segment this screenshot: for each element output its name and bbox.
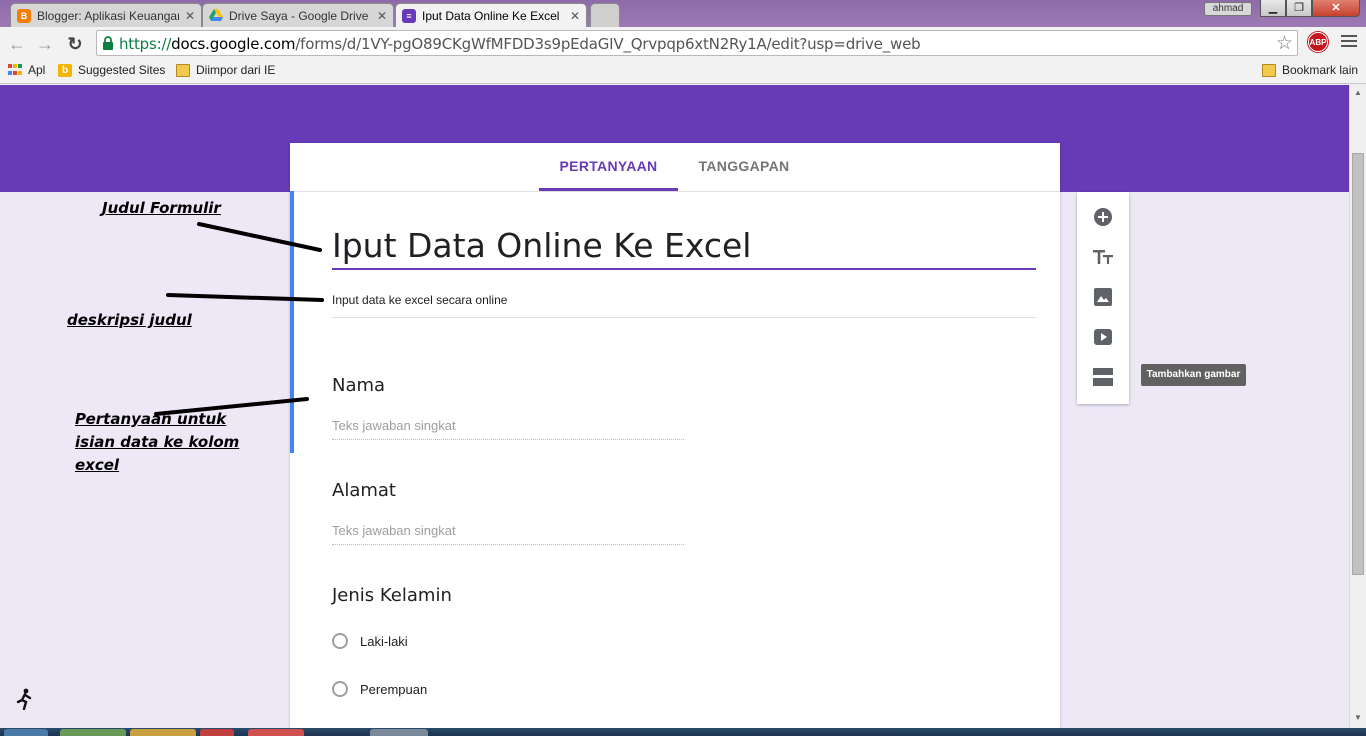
forms-page: PERTANYAAN TANGGAPAN Iput Data Online Ke… bbox=[0, 85, 1349, 728]
title-text-icon[interactable] bbox=[1091, 245, 1115, 269]
bookmark-other[interactable]: Bookmark lain bbox=[1262, 63, 1358, 77]
form-title-input[interactable]: Iput Data Online Ke Excel bbox=[332, 225, 1036, 270]
back-icon[interactable]: ← bbox=[6, 33, 28, 55]
bookmark-apps[interactable]: Apl bbox=[8, 63, 45, 77]
start-button[interactable] bbox=[4, 729, 48, 736]
radio-icon[interactable] bbox=[332, 681, 348, 697]
forms-icon: ≡ bbox=[402, 8, 416, 23]
bookmark-label: Apl bbox=[28, 63, 46, 77]
profile-button[interactable]: ahmad bbox=[1204, 2, 1252, 16]
form-side-toolbar bbox=[1077, 192, 1129, 404]
forward-icon[interactable]: → bbox=[34, 33, 56, 55]
bookmark-label: Diimpor dari IE bbox=[196, 63, 276, 77]
bookmark-star-icon[interactable]: ☆ bbox=[1276, 32, 1293, 55]
option-label: Laki-laki bbox=[360, 633, 408, 649]
annotation-questions: Pertanyaan untuk isian data ke kolom exc… bbox=[75, 410, 240, 474]
active-item-indicator bbox=[290, 191, 294, 453]
tooltip: Tambahkan gambar bbox=[1141, 364, 1246, 386]
page-scrollbar[interactable]: ▲ ▼ bbox=[1349, 85, 1366, 728]
tab-title: Blogger: Aplikasi Keuangan bbox=[37, 8, 179, 23]
option-label: Perempuan bbox=[360, 681, 428, 697]
tab-questions[interactable]: PERTANYAAN bbox=[539, 143, 678, 191]
accessibility-icon[interactable] bbox=[14, 688, 34, 710]
blogger-icon: B bbox=[17, 8, 31, 23]
close-tab-icon[interactable]: ✕ bbox=[377, 9, 387, 23]
minimize-button[interactable]: ▁ bbox=[1260, 0, 1286, 17]
url-text: https://docs.google.com/forms/d/1VY-pgO8… bbox=[119, 35, 921, 53]
maximize-button[interactable]: ❐ bbox=[1286, 0, 1312, 17]
question-title[interactable]: Nama bbox=[332, 375, 385, 396]
scroll-down-icon[interactable]: ▼ bbox=[1354, 713, 1362, 722]
taskbar-item[interactable] bbox=[200, 729, 234, 736]
drive-icon bbox=[209, 9, 223, 23]
form-tabs: PERTANYAAN TANGGAPAN bbox=[290, 143, 1060, 192]
adblock-icon[interactable]: ABP bbox=[1308, 32, 1328, 52]
browser-tab-strip: B Blogger: Aplikasi Keuangan ✕ Drive Say… bbox=[0, 0, 1366, 27]
screen: B Blogger: Aplikasi Keuangan ✕ Drive Say… bbox=[0, 0, 1366, 736]
bookmark-imported[interactable]: Diimpor dari IE bbox=[176, 63, 275, 77]
annotation-description: deskripsi judul bbox=[67, 311, 192, 329]
question-title[interactable]: Alamat bbox=[332, 480, 396, 501]
scrollbar-thumb[interactable] bbox=[1352, 153, 1364, 575]
tab-title: Drive Saya - Google Drive bbox=[229, 8, 369, 23]
bookmarks-bar: Apl b Suggested Sites Diimpor dari IE Bo… bbox=[0, 60, 1366, 84]
annotation-title: Judul Formulir bbox=[102, 199, 221, 217]
video-icon[interactable] bbox=[1091, 325, 1115, 349]
short-answer-field: Teks jawaban singkat bbox=[332, 523, 684, 545]
radio-option[interactable]: Perempuan bbox=[332, 681, 427, 697]
taskbar-item[interactable] bbox=[60, 729, 126, 736]
short-answer-field: Teks jawaban singkat bbox=[332, 418, 684, 440]
taskbar-item[interactable] bbox=[248, 729, 304, 736]
scroll-up-icon[interactable]: ▲ bbox=[1354, 88, 1362, 97]
new-tab-button[interactable] bbox=[590, 3, 620, 27]
close-tab-icon[interactable]: ✕ bbox=[185, 9, 195, 23]
browser-tab-drive[interactable]: Drive Saya - Google Drive ✕ bbox=[202, 3, 394, 27]
browser-toolbar: ← → ↻ https://docs.google.com/forms/d/1V… bbox=[0, 27, 1366, 60]
folder-icon bbox=[176, 63, 190, 77]
bookmark-suggested-sites[interactable]: b Suggested Sites bbox=[58, 63, 165, 77]
tab-title: Iput Data Online Ke Excel bbox=[422, 8, 560, 23]
bookmark-label: Bookmark lain bbox=[1282, 63, 1359, 77]
browser-tab-blogger[interactable]: B Blogger: Aplikasi Keuangan ✕ bbox=[10, 3, 202, 27]
radio-option[interactable]: Laki-laki bbox=[332, 633, 408, 649]
taskbar-item[interactable] bbox=[370, 729, 428, 736]
form-card: PERTANYAAN TANGGAPAN Iput Data Online Ke… bbox=[290, 143, 1060, 728]
menu-icon[interactable] bbox=[1341, 35, 1357, 49]
image-icon[interactable] bbox=[1091, 285, 1115, 309]
taskbar-item[interactable] bbox=[130, 729, 196, 736]
close-tab-icon[interactable]: ✕ bbox=[570, 9, 580, 23]
lock-icon bbox=[103, 36, 113, 50]
close-window-button[interactable]: ✕ bbox=[1312, 0, 1360, 17]
tab-responses[interactable]: TANGGAPAN bbox=[690, 143, 798, 191]
address-bar[interactable]: https://docs.google.com/forms/d/1VY-pgO8… bbox=[96, 30, 1298, 56]
section-icon[interactable] bbox=[1091, 365, 1115, 389]
os-taskbar bbox=[0, 728, 1366, 736]
apps-icon bbox=[8, 63, 22, 77]
form-description-input[interactable]: Input data ke excel secara online bbox=[332, 293, 1036, 318]
radio-icon[interactable] bbox=[332, 633, 348, 649]
add-question-icon[interactable] bbox=[1091, 205, 1115, 229]
browser-tab-forms[interactable]: ≡ Iput Data Online Ke Excel ✕ bbox=[395, 3, 587, 27]
bookmark-label: Suggested Sites bbox=[78, 63, 166, 77]
reload-icon[interactable]: ↻ bbox=[64, 33, 86, 55]
question-title[interactable]: Jenis Kelamin bbox=[332, 585, 452, 606]
bing-icon: b bbox=[58, 63, 72, 77]
folder-icon bbox=[1262, 63, 1276, 77]
